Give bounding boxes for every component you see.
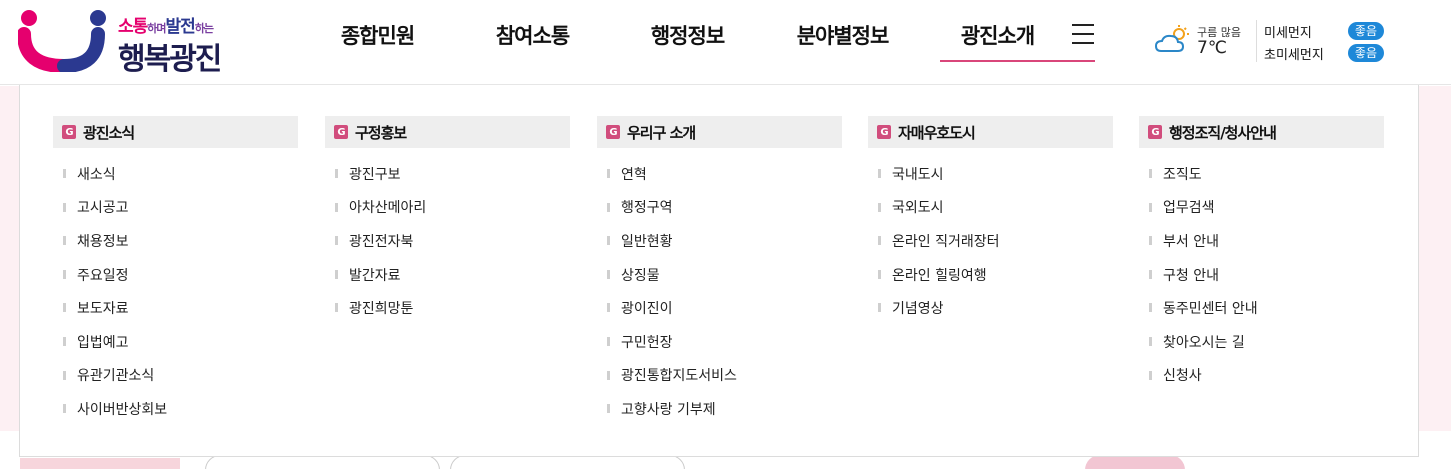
mega-menu-link[interactable]: 입법예고 (53, 325, 298, 359)
mega-menu-link[interactable]: 주요일정 (53, 258, 298, 292)
mega-menu-link[interactable]: 기념영상 (868, 291, 1113, 325)
air-quality-widget: 미세먼지 좋음 초미세먼지 좋음 (1264, 20, 1384, 64)
gnb-item-about[interactable]: 광진소개 (920, 0, 1095, 70)
mega-column-title-label: 우리구 소개 (627, 123, 696, 142)
mega-menu-link[interactable]: 고시공고 (53, 191, 298, 225)
gnb-item-field-info[interactable]: 분야별정보 (765, 0, 920, 70)
mega-menu-link[interactable]: 보도자료 (53, 291, 298, 325)
mega-menu-link[interactable]: 일반현황 (597, 224, 842, 258)
mega-menu-link[interactable]: 유관기관소식 (53, 359, 298, 393)
mega-column-title-label: 행정조직/청사안내 (1169, 123, 1277, 142)
mega-menu-link[interactable]: 광진희망툰 (325, 291, 570, 325)
mega-menu-link[interactable]: 광이진이 (597, 291, 842, 325)
mega-menu-link[interactable]: 조직도 (1139, 157, 1384, 191)
gnb-item-civil-service[interactable]: 종합민원 (300, 0, 455, 70)
mega-menu-link[interactable]: 동주민센터 안내 (1139, 291, 1384, 325)
logo-smile-icon (18, 10, 106, 72)
ultrafine-dust-label: 초미세먼지 (1264, 47, 1324, 63)
mega-column-list: 광진구보 아차산메아리 광진전자북 발간자료 광진희망툰 (325, 157, 570, 325)
mega-column-promotion: G 구정홍보광진구보 아차산메아리 광진전자북 발간자료 광진희망툰 (325, 116, 570, 325)
site-logo[interactable]: 소통하며발전하는 행복광진 (18, 6, 238, 77)
mega-menu-link[interactable]: 아차산메아리 (325, 191, 570, 225)
mega-column-title-label: 자매우호도시 (898, 123, 976, 142)
mega-column-list: 조직도 업무검색 부서 안내 구청 안내 동주민센터 안내 찾아오시는 길 신청사 (1139, 157, 1384, 392)
mega-menu-link[interactable]: 찾아오시는 길 (1139, 325, 1384, 359)
mega-menu-link[interactable]: 상징물 (597, 258, 842, 292)
mega-menu-link[interactable]: 새소식 (53, 157, 298, 191)
mega-menu-link[interactable]: 온라인 힐링여행 (868, 258, 1113, 292)
mega-menu-link[interactable]: 구청 안내 (1139, 258, 1384, 292)
mega-menu-link[interactable]: 광진전자북 (325, 224, 570, 258)
mega-menu-link[interactable]: 고향사랑 기부제 (597, 392, 842, 426)
mega-menu-link[interactable]: 사이버반상회보 (53, 392, 298, 426)
fine-dust-row: 미세먼지 좋음 (1264, 20, 1384, 42)
mega-menu-link[interactable]: 발간자료 (325, 258, 570, 292)
fine-dust-status-badge: 좋음 (1347, 22, 1384, 40)
mega-column-organization: G 행정조직/청사안내조직도 업무검색 부서 안내 구청 안내 동주민센터 안내 찾아오시는… (1139, 116, 1384, 392)
mega-menu-link[interactable]: 구민헌장 (597, 325, 842, 359)
mega-menu-link[interactable]: 국외도시 (868, 191, 1113, 225)
mega-column-title[interactable]: G 행정조직/청사안내 (1139, 116, 1384, 148)
mega-column-list: 연혁 행정구역 일반현황 상징물 광이진이 구민헌장 광진통합지도서비스 고향사랑 기부제 (597, 157, 842, 426)
g-bullet-icon: G (877, 125, 891, 139)
mega-column-title[interactable]: G 자매우호도시 (868, 116, 1113, 148)
header-divider (1256, 20, 1257, 62)
mega-menu-link[interactable]: 채용정보 (53, 224, 298, 258)
g-bullet-icon: G (334, 125, 348, 139)
mega-menu-link[interactable]: 온라인 직거래장터 (868, 224, 1113, 258)
mega-column-our-district: G 우리구 소개연혁 행정구역 일반현황 상징물 광이진이 구민헌장 광진통합지도서비스 고향사… (597, 116, 842, 426)
mega-menu-link[interactable]: 국내도시 (868, 157, 1113, 191)
mega-column-title[interactable]: G 구정홍보 (325, 116, 570, 148)
g-bullet-icon: G (1148, 125, 1162, 139)
menu-icon[interactable] (1072, 24, 1094, 44)
mega-menu-link[interactable]: 부서 안내 (1139, 224, 1384, 258)
mega-column-list: 국내도시 국외도시 온라인 직거래장터 온라인 힐링여행 기념영상 (868, 157, 1113, 325)
mega-column-sister-cities: G 자매우호도시국내도시 국외도시 온라인 직거래장터 온라인 힐링여행 기념영상 (868, 116, 1113, 325)
mega-menu: G 광진소식새소식 고시공고 채용정보 주요일정 보도자료 입법예고 유관기관소식 사이버반상회… (19, 85, 1419, 457)
mega-menu-link[interactable]: 광진통합지도서비스 (597, 359, 842, 393)
cloud-sun-icon (1155, 25, 1189, 52)
mega-menu-link[interactable]: 광진구보 (325, 157, 570, 191)
mega-column-news: G 광진소식새소식 고시공고 채용정보 주요일정 보도자료 입법예고 유관기관소식 사이버반상회… (53, 116, 298, 426)
mega-menu-link[interactable]: 신청사 (1139, 359, 1384, 393)
g-bullet-icon: G (606, 125, 620, 139)
main-navigation: 종합민원 참여소통 행정정보 분야별정보 광진소개 (300, 0, 1095, 70)
ultrafine-dust-status-badge: 좋음 (1347, 44, 1384, 62)
ultrafine-dust-row: 초미세먼지 좋음 (1264, 42, 1384, 64)
mega-menu-link[interactable]: 연혁 (597, 157, 842, 191)
weather-widget: 구름 많음 7℃ (1155, 22, 1250, 62)
mega-column-title[interactable]: G 우리구 소개 (597, 116, 842, 148)
logo-title: 행복광진 (118, 42, 222, 77)
mega-column-title-label: 광진소식 (83, 123, 135, 142)
weather-temperature: 7℃ (1197, 38, 1227, 58)
g-bullet-icon: G (62, 125, 76, 139)
mega-column-list: 새소식 고시공고 채용정보 주요일정 보도자료 입법예고 유관기관소식 사이버반상회보 (53, 157, 298, 426)
gnb-item-admin-info[interactable]: 행정정보 (610, 0, 765, 70)
mega-column-title[interactable]: G 광진소식 (53, 116, 298, 148)
mega-menu-link[interactable]: 행정구역 (597, 191, 842, 225)
mega-menu-link[interactable]: 업무검색 (1139, 191, 1384, 225)
mega-column-title-label: 구정홍보 (355, 123, 407, 142)
fine-dust-label: 미세먼지 (1264, 25, 1312, 41)
site-header: 소통하며발전하는 행복광진 종합민원 참여소통 행정정보 분야별정보 광진소개 … (0, 0, 1451, 85)
gnb-item-participation[interactable]: 참여소통 (455, 0, 610, 70)
